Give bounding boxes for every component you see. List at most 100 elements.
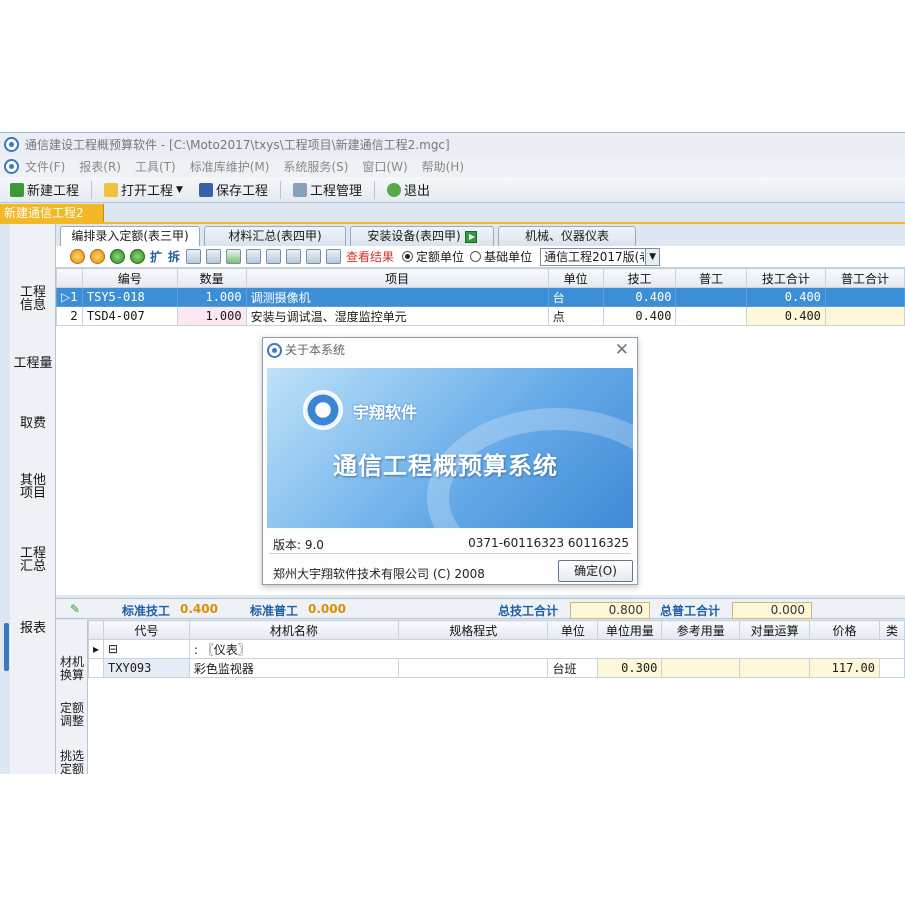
col-price[interactable]: 价格: [809, 620, 880, 640]
col-code[interactable]: 代号: [103, 620, 190, 640]
cell-spec[interactable]: [397, 658, 549, 678]
col-general-total[interactable]: 普工合计: [824, 268, 905, 288]
col-spec[interactable]: 规格程式: [397, 620, 549, 640]
cell-item[interactable]: 安装与调试温、湿度监控单元: [245, 306, 549, 326]
cell-qty[interactable]: 1.000: [176, 287, 247, 307]
cell-ref-qty[interactable]: [661, 658, 741, 678]
group-row[interactable]: ▸ ⊟ : 〖仪表〗: [88, 639, 905, 659]
col-unit[interactable]: 单位: [547, 620, 599, 640]
menu-std-library[interactable]: 标准库维护(M): [190, 158, 270, 175]
refresh-icon[interactable]: [110, 249, 125, 264]
insert-row-icon[interactable]: [90, 249, 105, 264]
cell-price[interactable]: 117.00: [809, 658, 880, 678]
cell-general-total[interactable]: [824, 306, 905, 326]
table-row[interactable]: TXY093 彩色监视器 台班 0.300 117.00: [88, 658, 905, 678]
split-button[interactable]: 拆: [168, 248, 180, 265]
recalc-icon[interactable]: [130, 249, 145, 264]
cell-general[interactable]: [675, 287, 747, 307]
sub-toolbar: 扩 拆 查看结果 定额单位 基础单位 通信工程2017版(老 ▼: [56, 246, 905, 268]
nav-quantity[interactable]: 工程量: [10, 357, 56, 370]
radio-base-unit[interactable]: [470, 251, 482, 262]
cell-name[interactable]: 彩色监视器: [188, 658, 400, 678]
cell-unit[interactable]: 点: [547, 306, 604, 326]
cell-general[interactable]: [675, 306, 747, 326]
tab-material-summary[interactable]: 材料汇总(表四甲): [204, 226, 346, 246]
collapse-icon[interactable]: ⊟: [103, 639, 190, 659]
tab-quota-adjust[interactable]: 定额调整: [56, 702, 88, 728]
nav-fees[interactable]: 取费: [10, 417, 56, 430]
col-ref-qty[interactable]: 参考用量: [661, 620, 741, 640]
col-type[interactable]: 类: [878, 620, 905, 640]
tab-quota-entry[interactable]: 编排录入定额(表三甲): [60, 226, 200, 247]
open-project-button[interactable]: 打开工程 ▼: [100, 179, 187, 201]
menu-report[interactable]: 报表(R): [79, 158, 121, 175]
export-icon[interactable]: [266, 249, 282, 264]
nav-project-summary[interactable]: 工程汇总: [10, 547, 56, 573]
sidebar-grip[interactable]: [4, 623, 9, 671]
import-icon[interactable]: [246, 249, 262, 264]
menu-system[interactable]: 系统服务(S): [283, 158, 348, 175]
menu-file[interactable]: 文件(F): [25, 158, 65, 175]
cell-unit[interactable]: 台班: [547, 658, 599, 678]
col-general[interactable]: 普工: [675, 268, 747, 288]
version-select[interactable]: 通信工程2017版(老 ▼: [540, 247, 661, 266]
cell-code[interactable]: TXY093: [103, 658, 190, 678]
project-manage-button[interactable]: 工程管理: [289, 179, 366, 201]
col-skilled[interactable]: 技工: [602, 268, 677, 288]
cell-calc[interactable]: [739, 658, 811, 678]
cell-unit-qty[interactable]: 0.300: [597, 658, 663, 678]
tab-pick-quota[interactable]: 挑选定额: [56, 750, 88, 775]
col-qty[interactable]: 数量: [176, 268, 247, 288]
nav-reports[interactable]: 报表: [10, 622, 56, 635]
col-name[interactable]: 材机名称: [188, 620, 400, 640]
new-project-button[interactable]: 新建工程: [6, 179, 83, 201]
close-icon[interactable]: ✕: [615, 340, 629, 360]
cell-code[interactable]: TSY5-018: [81, 287, 178, 307]
dialog-divider: [269, 553, 631, 554]
menu-tools[interactable]: 工具(T): [135, 158, 176, 175]
toolbar-divider: [91, 180, 93, 199]
play-icon[interactable]: [464, 230, 477, 243]
cell-skilled[interactable]: 0.400: [602, 306, 677, 326]
menu-window[interactable]: 窗口(W): [362, 158, 407, 175]
table-header: 代号 材机名称 规格程式 单位 单位用量 参考用量 对量运算 价格 类: [88, 620, 905, 640]
col-unit-qty[interactable]: 单位用量: [597, 620, 663, 640]
ok-button[interactable]: 确定(O): [558, 560, 633, 582]
document-tab[interactable]: 新建通信工程2: [0, 204, 104, 223]
tab-install-equipment[interactable]: 安装设备(表四甲): [350, 226, 494, 246]
col-skilled-total[interactable]: 技工合计: [745, 268, 826, 288]
menu-help[interactable]: 帮助(H): [422, 158, 464, 175]
cell-skilled[interactable]: 0.400: [602, 287, 677, 307]
move-up-icon[interactable]: [286, 249, 302, 264]
radio-quota-unit[interactable]: [402, 251, 414, 262]
expand-button[interactable]: 扩: [150, 248, 162, 265]
cell-qty[interactable]: 1.000: [176, 306, 247, 326]
cell-skilled-total[interactable]: 0.400: [745, 306, 826, 326]
add-row-icon[interactable]: [70, 249, 85, 264]
move-icon[interactable]: [206, 249, 222, 264]
move-down-icon[interactable]: [306, 249, 322, 264]
table-row[interactable]: ▷1 TSY5-018 1.000 调测摄像机 台 0.400 0.400: [56, 287, 905, 307]
copy-icon[interactable]: [186, 249, 202, 264]
exit-button[interactable]: 退出: [383, 179, 434, 201]
cell-skilled-total[interactable]: 0.400: [745, 287, 826, 307]
nav-project-info[interactable]: 工程信息: [10, 286, 56, 312]
col-calc[interactable]: 对量运算: [739, 620, 811, 640]
excel-icon[interactable]: [226, 249, 242, 264]
table-row[interactable]: 2 TSD4-007 1.000 安装与调试温、湿度监控单元 点 0.400 0…: [56, 306, 905, 326]
cell-general-total[interactable]: [824, 287, 905, 307]
col-code[interactable]: 编号: [81, 268, 178, 288]
cell-code[interactable]: TSD4-007: [81, 306, 178, 326]
save-project-button[interactable]: 保存工程: [195, 179, 272, 201]
cell-item[interactable]: 调测摄像机: [245, 287, 549, 307]
col-item[interactable]: 项目: [245, 268, 549, 288]
radio-quota-unit-label: 定额单位: [416, 250, 465, 264]
chevron-down-icon[interactable]: ▼: [645, 248, 660, 265]
tab-machinery[interactable]: 机械、仪器仪表: [498, 226, 636, 246]
left-edge: [0, 224, 10, 774]
cell-unit[interactable]: 台: [547, 287, 604, 307]
tab-material-conversion[interactable]: 材机换算: [56, 656, 88, 682]
view-result-button[interactable]: 查看结果: [346, 248, 394, 265]
col-unit[interactable]: 单位: [547, 268, 604, 288]
nav-other-items[interactable]: 其他项目: [10, 474, 56, 500]
